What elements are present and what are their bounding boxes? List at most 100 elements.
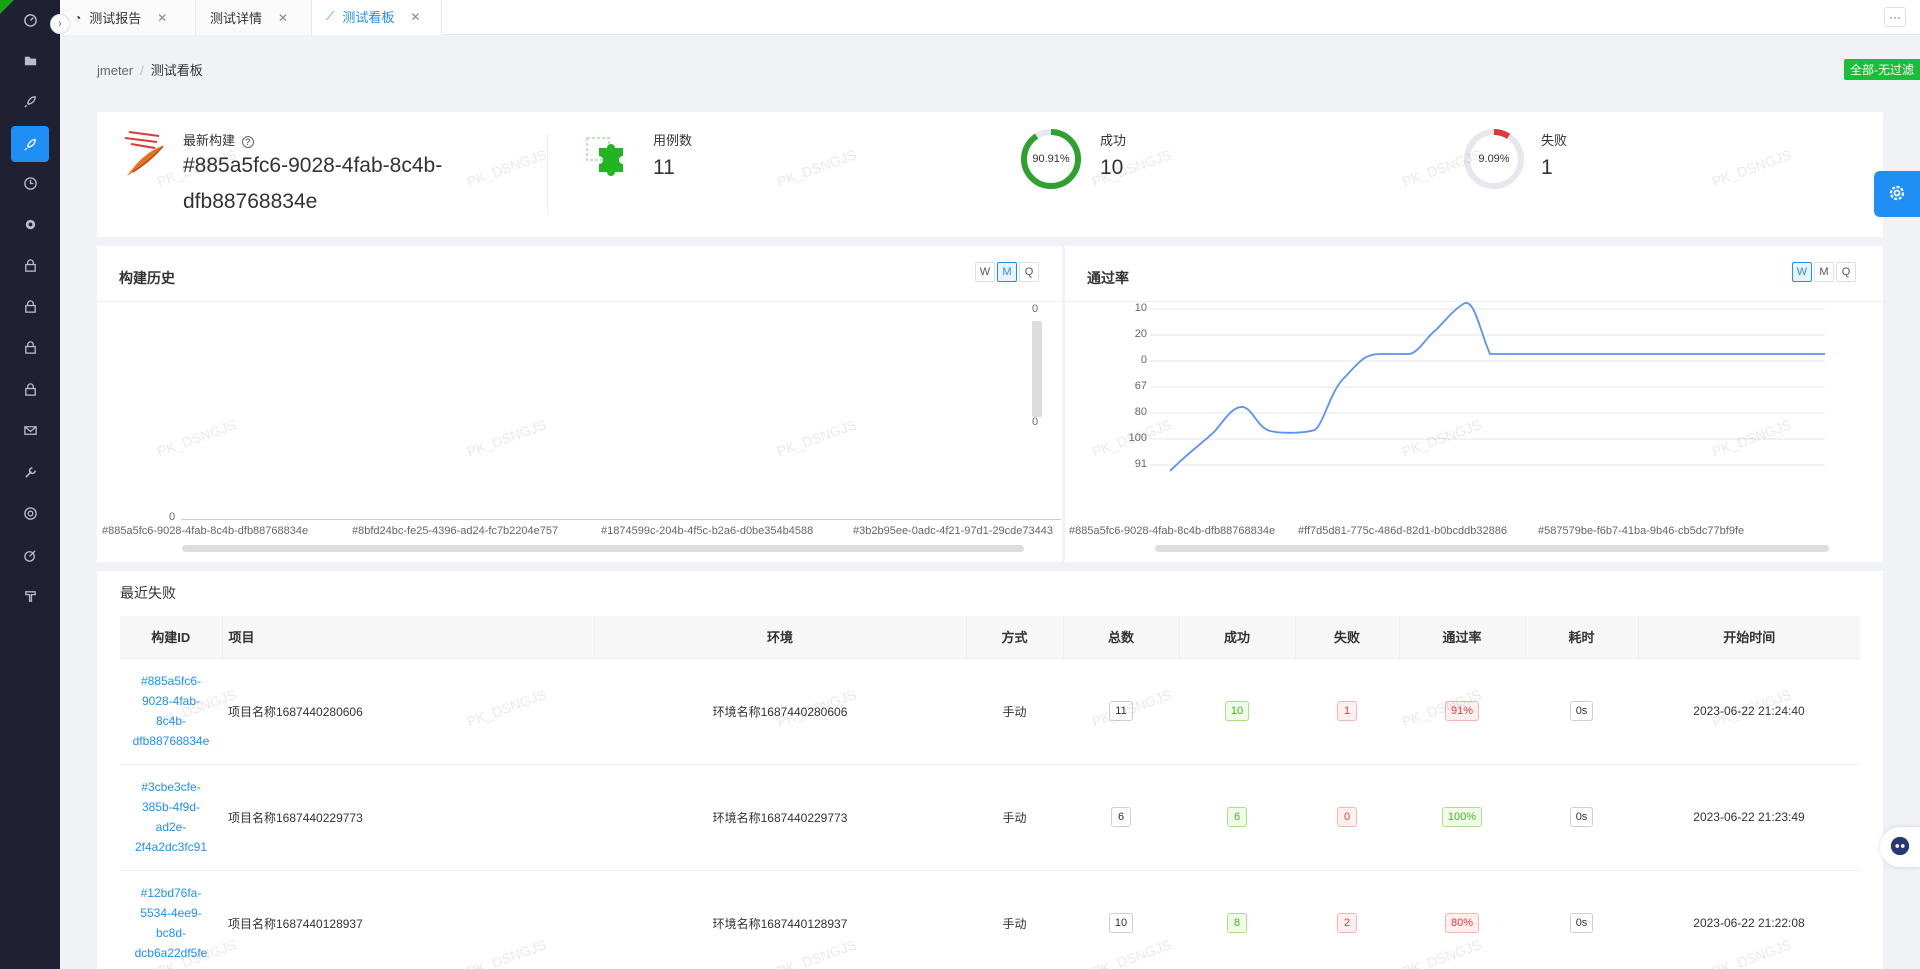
build-id-part: dcb6a22df5fe [134,946,208,960]
close-icon[interactable]: ✕ [278,11,288,25]
table-row: #3cbe3cfe- 385b-4f9d- ad2e- 2f4a2dc3fc91… [120,764,1860,871]
fail-label: 失败 [1541,133,1568,148]
period-quarter-button[interactable]: Q [1019,262,1039,282]
build-id-link[interactable]: #3cbe3cfe- 385b-4f9d- ad2e- 2f4a2dc3fc91 [120,764,222,871]
success-donut: 90.91% [1019,127,1083,191]
sidebar-item-lock-3[interactable] [0,331,60,367]
recent-failures-card: 最近失败 构建ID 项目 环境 方式 总数 成功 失败 通过率 耗时 开始时间 … [97,571,1883,969]
period-month-button[interactable]: M [1814,262,1834,282]
filter-badge[interactable]: 全部-无过滤 [1844,59,1920,80]
period-week-button[interactable]: W [975,262,995,282]
sidebar-item-rocket[interactable] [0,85,60,121]
x-tick-label: #1874599c-204b-4f5c-b2a6-d0be354b4588 [601,525,814,537]
total-tag: 11 [1109,701,1133,721]
success-percent: 90.91% [1032,153,1070,165]
build-id-part: bc8d- [155,926,187,940]
breadcrumb-current: 测试看板 [150,63,203,78]
start-time-cell: 2023-06-22 21:24:40 [1638,658,1860,765]
mode-cell: 手动 [966,870,1063,969]
env-cell: 环境名称1687440229773 [594,764,966,871]
breadcrumb: jmeter / 测试看板 [97,63,203,78]
sidebar-item-mail[interactable] [0,414,60,450]
sidebar-item-api[interactable] [0,580,60,616]
build-history-title: 构建历史 [119,270,175,286]
sidebar-item-lock-1[interactable] [0,249,60,285]
lock-icon [23,340,38,358]
horizontal-scrollbar[interactable] [182,545,1024,552]
build-id-link[interactable]: #12bd76fa- 5534-4ee9- bc8d- dcb6a22df5fe [120,870,222,969]
lock-icon [23,299,38,317]
sidebar-item-lock-4[interactable] [0,373,60,409]
sidebar-item-lock-2[interactable] [0,290,60,326]
sidebar-item-settings[interactable] [0,208,60,244]
table-row: #885a5fc6- 9028-4fab- 8c4b- dfb88768834e… [120,658,1860,765]
success-tag: 10 [1224,701,1250,721]
build-id-part: 5534-4ee9- [140,906,202,920]
horizontal-scrollbar[interactable] [1155,545,1829,552]
close-icon[interactable]: ✕ [157,11,167,25]
tab-test-detail[interactable]: 测试详情 ✕ [196,0,312,35]
tab-test-report[interactable]: ◔ 测试报告 ✕ [60,0,196,35]
y-tick-label: 0 [1140,354,1147,366]
column-header: 方式 [966,616,1064,659]
fail-cell: 2 [1295,870,1399,969]
x-tick-label: #587579be-f6b7-41ba-9b46-cb5dc77bf9fe [1538,525,1745,537]
period-month-button[interactable]: M [997,262,1017,282]
total-cell: 10 [1063,870,1179,969]
sidebar-item-target[interactable] [0,497,60,533]
env-cell: 环境名称1687440280606 [594,658,966,765]
build-history-panel: 构建历史 0 0 0 #885a5fc6-9028-4fab-8c4b-dfb8… [97,246,1062,562]
cases-label: 用例数 [653,133,693,148]
success-cell: 8 [1179,870,1295,969]
tab-label: 测试报告 [89,11,142,26]
x-tick-label: #885a5fc6-9028-4fab-8c4b-dfb88768834e [102,525,309,537]
sidebar-item-aim[interactable] [0,539,60,575]
sidebar-collapse-button[interactable]: › [50,14,70,34]
period-quarter-button[interactable]: Q [1836,262,1856,282]
rate-tag: 100% [1441,807,1483,827]
sidebar [0,0,60,969]
x-tick-label: #3b2b95ee-0adc-4f21-97d1-29cde73443 [853,525,1054,537]
y-tick-label: 80 [1134,406,1147,418]
y-tick-label: 91 [1134,458,1147,470]
mode-cell: 手动 [966,658,1063,765]
column-header: 开始时间 [1638,616,1860,659]
build-id-link[interactable]: #885a5fc6- 9028-4fab- 8c4b- dfb88768834e [120,658,222,765]
build-id-part: #885a5fc6- [140,674,202,688]
period-week-button[interactable]: W [1792,262,1812,282]
x-tick-label: #ff7d5d81-775c-486d-82d1-b0bcddb32886 [1298,525,1507,537]
build-history-period-switch: W M Q [975,262,1039,282]
sidebar-item-folder[interactable] [0,44,60,80]
latest-build-id-line1: #885a5fc6-9028-4fab-8c4b- [183,154,443,177]
build-id-part: 9028-4fab- [141,694,201,708]
y-tick-label: 100 [1128,432,1147,444]
fail-tag: 1 [1337,701,1357,721]
settings-float-button[interactable] [1874,171,1920,217]
lock-icon [23,258,38,276]
y-tick-label: 67 [1134,380,1147,392]
gear-icon [23,217,38,235]
y-left-label: 0 [169,511,176,523]
assistant-float-button[interactable] [1880,827,1920,867]
sidebar-item-history[interactable] [0,167,60,203]
total-tag: 6 [1111,807,1131,827]
build-id-part: dfb88768834e [132,734,210,748]
tab-test-board[interactable]: ⟋ 测试看板 ✕ [312,0,442,35]
help-icon[interactable]: ? [241,136,254,148]
vertical-scrollbar[interactable] [1032,321,1042,417]
pass-rate-panel: 通过率 10 20 0 67 80 100 91 #885a5fc6-9028-4fab-8… [1065,246,1883,562]
rate-cell: 100% [1399,764,1525,871]
close-icon[interactable]: ✕ [410,10,420,24]
fail-cell: 1 [1295,658,1399,765]
x-tick-label: #885a5fc6-9028-4fab-8c4b-dfb88768834e [1069,525,1276,537]
divider [547,134,548,214]
rocket-active-icon [11,126,49,162]
sidebar-item-test-board[interactable] [0,126,60,162]
more-tabs-button[interactable]: ··· [1884,7,1906,27]
sidebar-item-tools[interactable] [0,456,60,492]
duration-tag: 0s [1569,913,1594,933]
y-tick-label: 10 [1134,302,1147,314]
dashboard-icon [23,12,38,30]
breadcrumb-root[interactable]: jmeter [97,63,133,78]
panel-divider [97,301,1062,302]
